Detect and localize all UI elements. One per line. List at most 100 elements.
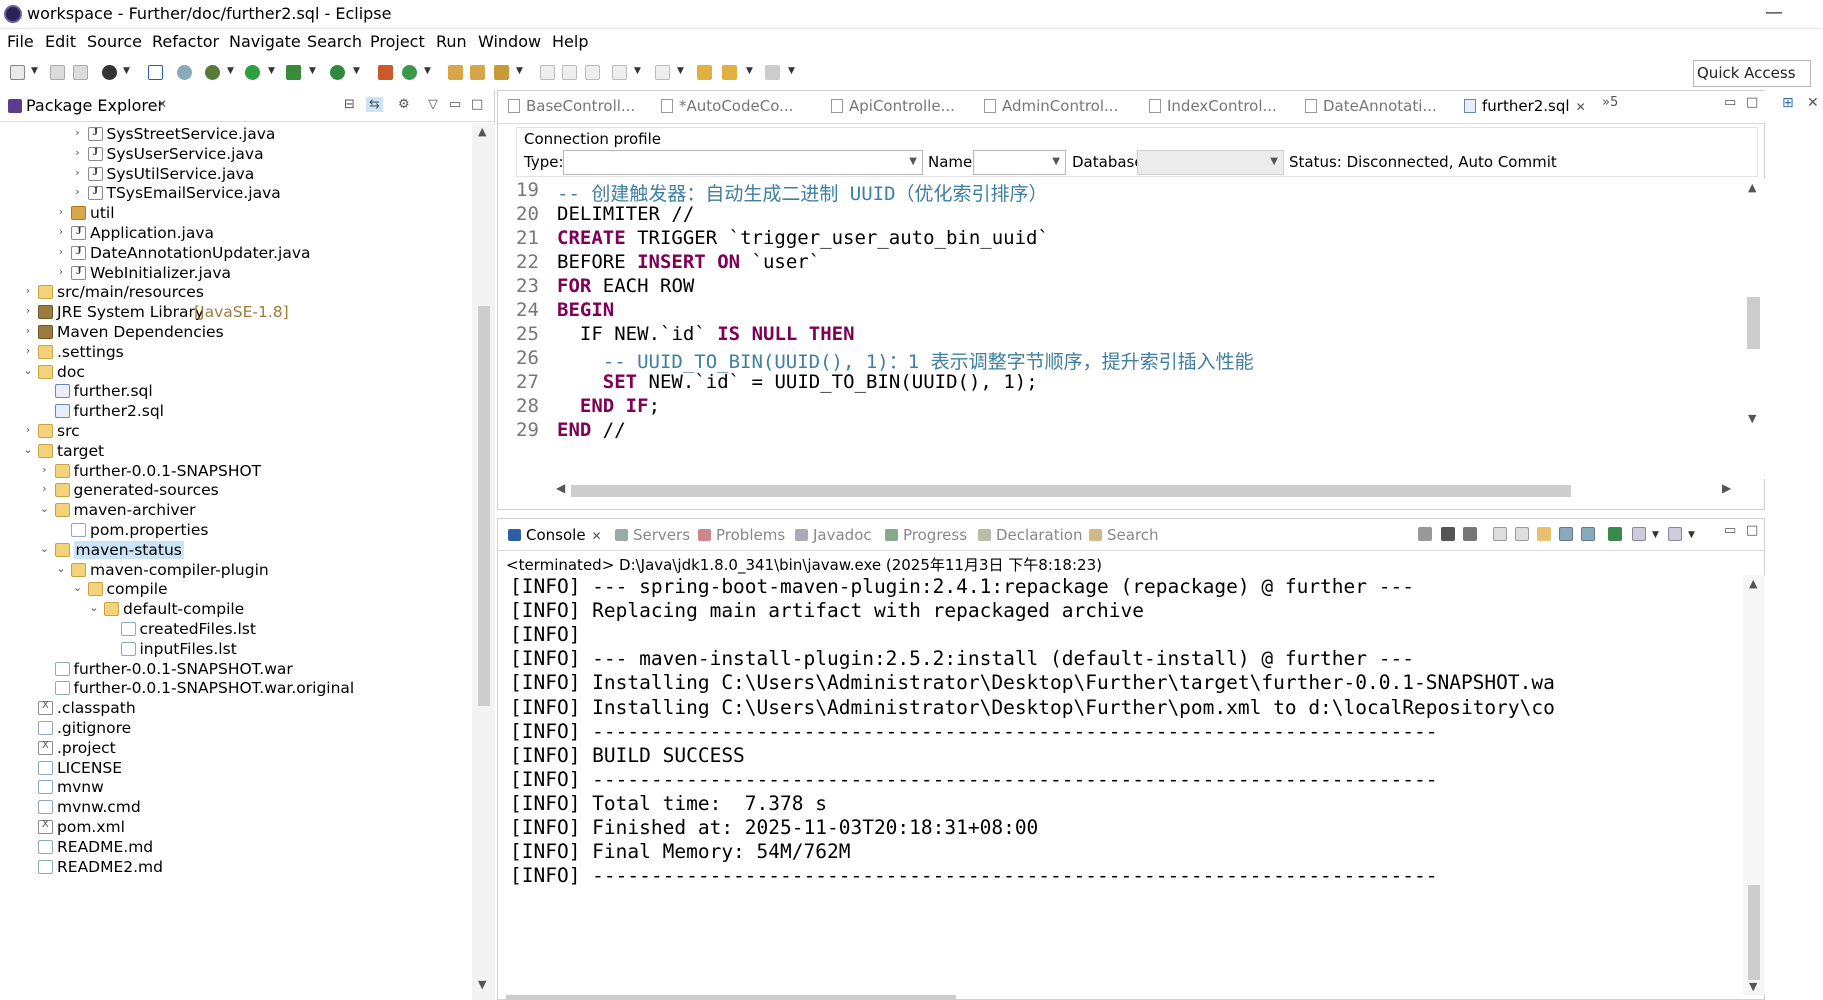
tree-item[interactable]: README2.md xyxy=(0,856,472,879)
quick-access-input[interactable]: Quick Access xyxy=(1693,60,1811,87)
package-explorer-title[interactable]: Package Explorer xyxy=(26,96,164,115)
scroll-down-icon[interactable]: ▼ xyxy=(1748,412,1756,425)
debug-icon[interactable] xyxy=(205,65,220,80)
editor-tab[interactable]: ApiControlle... xyxy=(831,97,955,115)
minimize-view-icon[interactable]: ▭ xyxy=(1724,95,1736,110)
close-icon[interactable]: ✕ xyxy=(1576,100,1586,114)
tab-search[interactable]: Search xyxy=(1089,526,1159,544)
console-horizontal-scrollbar[interactable] xyxy=(506,995,1736,1000)
back-dropdown-icon[interactable]: ▼ xyxy=(746,66,753,76)
name-select[interactable]: ▼ xyxy=(973,150,1066,175)
chevron-right-icon[interactable]: › xyxy=(22,324,34,337)
editor-tab[interactable]: AdminControl... xyxy=(984,97,1118,115)
menu-project[interactable]: Project xyxy=(370,32,425,51)
close-icon[interactable]: ✕ xyxy=(1807,95,1819,111)
collapse-all-icon[interactable]: ⊟ xyxy=(344,97,355,112)
new-icon[interactable] xyxy=(10,65,25,80)
chevron-down-icon[interactable]: ⌄ xyxy=(55,562,67,575)
scroll-left-icon[interactable]: ◀ xyxy=(556,481,565,495)
editor-vertical-scrollbar[interactable]: ▲ ▼ xyxy=(1741,179,1765,479)
minimize-button[interactable]: — xyxy=(1765,2,1783,23)
show-whitespace-icon[interactable] xyxy=(585,65,600,80)
terminal-icon[interactable] xyxy=(148,65,163,80)
new-class-icon[interactable] xyxy=(402,65,417,80)
run-dropdown-icon[interactable]: ▼ xyxy=(268,66,275,76)
chevron-right-icon[interactable]: › xyxy=(22,304,34,317)
minimize-view-icon[interactable]: ▭ xyxy=(449,97,461,112)
chevron-down-icon[interactable]: ⌄ xyxy=(72,581,84,594)
chevron-right-icon[interactable]: › xyxy=(72,185,84,198)
search-icon[interactable] xyxy=(494,65,509,80)
save-all-icon[interactable] xyxy=(73,65,88,80)
close-icon[interactable]: ✕ xyxy=(157,97,167,111)
external-tools-icon[interactable] xyxy=(330,65,345,80)
scroll-up-icon[interactable]: ▲ xyxy=(478,125,486,138)
display-console-dropdown-icon[interactable]: ▼ xyxy=(1652,530,1659,540)
editor-horizontal-scrollbar[interactable]: ◀ ▶ xyxy=(554,479,1742,503)
focus-icon[interactable]: ⚙ xyxy=(398,97,410,112)
menu-refactor[interactable]: Refactor xyxy=(152,32,219,51)
save-icon[interactable] xyxy=(50,65,65,80)
scroll-thumb[interactable] xyxy=(506,995,956,1000)
editor-tab[interactable]: *AutoCodeCo... xyxy=(661,97,793,115)
scroll-thumb[interactable] xyxy=(571,485,1571,497)
next-annotation-dropdown-icon[interactable]: ▼ xyxy=(634,66,641,76)
console-output[interactable]: [INFO] --- spring-boot-maven-plugin:2.4.… xyxy=(498,575,1743,975)
new-class-dropdown-icon[interactable]: ▼ xyxy=(424,66,431,76)
scroll-right-icon[interactable]: ▶ xyxy=(1722,481,1731,495)
new-dropdown-icon[interactable]: ▼ xyxy=(31,66,38,76)
chevron-right-icon[interactable]: › xyxy=(55,225,67,238)
menu-window[interactable]: Window xyxy=(478,32,541,51)
menu-run[interactable]: Run xyxy=(436,32,467,51)
chevron-right-icon[interactable]: › xyxy=(22,423,34,436)
minimize-view-icon[interactable]: ▭ xyxy=(1724,523,1736,538)
chevron-down-icon[interactable]: ⌄ xyxy=(39,542,51,555)
open-type-icon[interactable] xyxy=(448,65,463,80)
code-area[interactable]: 19 -- 创建触发器：自动生成二进制 UUID（优化索引排序） 20 DELIMIT… xyxy=(498,179,1740,479)
next-annotation-icon[interactable] xyxy=(612,65,627,80)
tab-progress[interactable]: Progress xyxy=(885,526,967,544)
open-console-dropdown-icon[interactable]: ▼ xyxy=(1688,530,1695,540)
back-icon[interactable] xyxy=(722,65,737,80)
search-dropdown-icon[interactable]: ▼ xyxy=(516,66,523,76)
external-tools-dropdown-icon[interactable]: ▼ xyxy=(353,66,360,76)
scroll-lock-icon[interactable] xyxy=(1515,527,1529,541)
skip-breakpoints-icon[interactable] xyxy=(177,65,192,80)
chevron-down-icon[interactable]: ⌄ xyxy=(22,364,34,377)
database-select[interactable]: ▼ xyxy=(1137,150,1284,175)
type-select[interactable]: ▼ xyxy=(563,150,923,175)
chevron-right-icon[interactable]: › xyxy=(55,205,67,218)
scroll-thumb[interactable] xyxy=(478,306,490,706)
display-console-icon[interactable] xyxy=(1632,527,1646,541)
chevron-down-icon[interactable]: ⌄ xyxy=(22,443,34,456)
chevron-right-icon[interactable]: › xyxy=(39,463,51,476)
editor-tab[interactable]: IndexControl... xyxy=(1149,97,1277,115)
chevron-down-icon[interactable]: ⌄ xyxy=(39,502,51,515)
editor-tab[interactable]: DateAnnotati... xyxy=(1305,97,1437,115)
last-edit-icon[interactable] xyxy=(697,65,712,80)
editor-tab[interactable]: BaseControll... xyxy=(508,97,635,115)
scroll-up-icon[interactable]: ▲ xyxy=(1748,181,1756,194)
chevron-right-icon[interactable]: › xyxy=(39,482,51,495)
chevron-right-icon[interactable]: › xyxy=(72,146,84,159)
menu-search[interactable]: Search xyxy=(307,32,362,51)
new-java-project-icon[interactable] xyxy=(378,65,393,80)
tab-console[interactable]: Console ✕ xyxy=(508,526,602,544)
tab-servers[interactable]: Servers xyxy=(615,526,690,544)
link-with-editor-icon[interactable]: ⇆ xyxy=(366,97,383,112)
coverage-dropdown-icon[interactable]: ▼ xyxy=(309,66,316,76)
run-icon[interactable] xyxy=(245,65,260,80)
remove-launch-icon[interactable] xyxy=(1441,527,1455,541)
pin-console-icon[interactable] xyxy=(1608,527,1622,541)
chevron-right-icon[interactable]: › xyxy=(55,265,67,278)
show-on-error-icon[interactable] xyxy=(1581,527,1595,541)
open-task-icon[interactable] xyxy=(470,65,485,80)
profile-icon[interactable] xyxy=(102,65,117,80)
maximize-view-icon[interactable]: □ xyxy=(1746,95,1758,110)
tab-javadoc[interactable]: Javadoc xyxy=(795,526,872,544)
profile-dropdown-icon[interactable]: ▼ xyxy=(123,66,130,76)
maximize-view-icon[interactable]: □ xyxy=(1746,523,1758,538)
outline-icon[interactable]: ⊞ xyxy=(1782,95,1794,111)
menu-help[interactable]: Help xyxy=(552,32,588,51)
open-console-icon[interactable] xyxy=(1668,527,1682,541)
